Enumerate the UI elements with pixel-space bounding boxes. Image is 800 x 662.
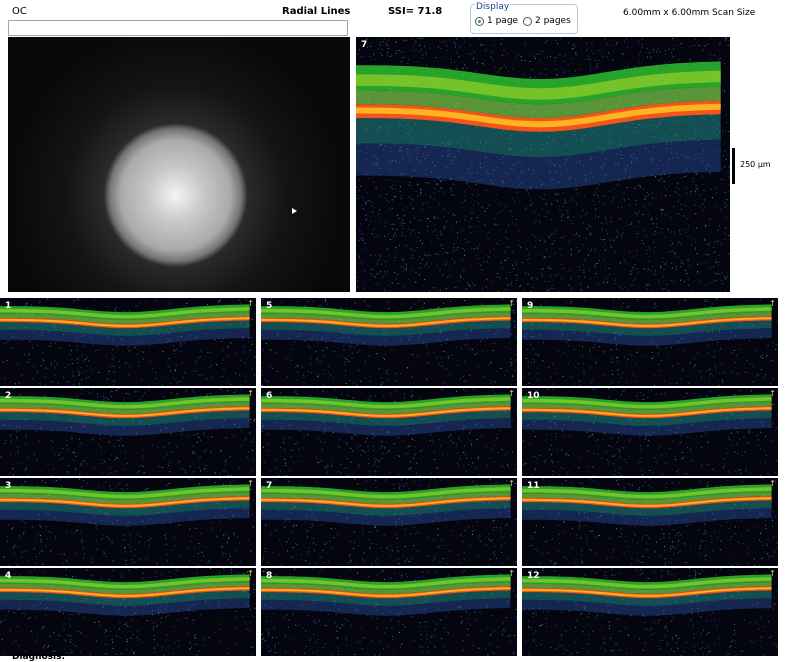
fundus-image[interactable]: [8, 37, 350, 292]
orientation-arrow-icon: ↑: [508, 569, 515, 578]
thumbnail-number: 8: [266, 571, 272, 581]
thumbnail-number: 3: [5, 481, 11, 491]
scale-bar: [732, 148, 735, 184]
orientation-arrow-icon: ↑: [769, 479, 776, 488]
oct-thumbnail[interactable]: 9↑: [522, 298, 778, 386]
thumbnail-number: 7: [266, 481, 272, 491]
oct-thumbnail[interactable]: 7↑: [261, 478, 517, 566]
eye-label: OC: [12, 6, 27, 17]
thumbnail-number: 12: [527, 571, 540, 581]
oct-layers-graphic: [356, 37, 730, 292]
oct-layers-graphic: [0, 568, 256, 656]
scale-bar-label: 250 µm: [740, 160, 771, 169]
orientation-arrow-icon: ↑: [247, 389, 254, 398]
orientation-arrow-icon: ↑: [508, 299, 515, 308]
display-title: Display: [475, 2, 510, 12]
orientation-arrow-icon: ↑: [769, 389, 776, 398]
display-2-pages-radio[interactable]: 2 pages: [523, 16, 571, 26]
oct-thumbnail[interactable]: 11 ↑: [522, 478, 778, 566]
oct-layers-graphic: [522, 298, 778, 386]
orientation-arrow-icon: ↑: [508, 389, 515, 398]
oct-thumbnail[interactable]: 10 ↑: [522, 388, 778, 476]
orientation-arrow-icon: ↑: [247, 569, 254, 578]
thumbnail-number: 5: [266, 301, 272, 311]
orientation-arrow-icon: ↑: [769, 299, 776, 308]
oct-thumbnail[interactable]: 2↑: [0, 388, 256, 476]
orientation-arrow-icon: ↑: [769, 569, 776, 578]
oct-layers-graphic: [0, 298, 256, 386]
oct-thumbnail[interactable]: 3↑: [0, 478, 256, 566]
scan-pattern-label: Radial Lines: [282, 6, 350, 17]
main-scan-number: 7: [361, 40, 367, 50]
oct-layers-graphic: [522, 388, 778, 476]
oct-thumbnail[interactable]: 6↑: [261, 388, 517, 476]
radio-2-pages-label: 2 pages: [535, 16, 571, 26]
oct-thumbnail[interactable]: 4↑: [0, 568, 256, 656]
oct-layers-graphic: [0, 478, 256, 566]
display-1-page-radio[interactable]: 1 page: [475, 16, 518, 26]
orientation-arrow-icon: ↑: [247, 299, 254, 308]
radio-1-page-label: 1 page: [487, 16, 518, 26]
oct-thumbnail[interactable]: 8↑: [261, 568, 517, 656]
oct-layers-graphic: [261, 568, 517, 656]
orientation-arrow-icon: ↑: [508, 479, 515, 488]
oct-layers-graphic: [0, 388, 256, 476]
thumbnail-number: 2: [5, 391, 11, 401]
scan-size-label: 6.00mm x 6.00mm Scan Size: [623, 8, 755, 19]
oct-layers-graphic: [261, 478, 517, 566]
radio-selected-icon: [475, 17, 484, 26]
thumbnail-number: 11: [527, 481, 540, 491]
thumbnail-grid: 1↑5↑9↑2↑6↑10↑3↑7↑11↑4↑8↑12↑: [0, 296, 780, 656]
thumbnail-number: 4: [5, 571, 11, 581]
main-oct-scan[interactable]: 7: [356, 37, 730, 292]
oct-layers-graphic: [522, 568, 778, 656]
radio-unselected-icon: [523, 17, 532, 26]
thumbnail-number: 9: [527, 301, 533, 311]
thumbnail-number: 1: [5, 301, 11, 311]
fundus-title-bar: [8, 20, 348, 36]
thumbnail-number: 10: [527, 391, 540, 401]
oct-thumbnail[interactable]: 5↑: [261, 298, 517, 386]
oct-layers-graphic: [261, 298, 517, 386]
display-options-group: Display 1 page 2 pages: [470, 4, 578, 34]
orientation-arrow-icon: ↑: [247, 479, 254, 488]
scan-line-marker-icon: [292, 208, 297, 214]
oct-layers-graphic: [522, 478, 778, 566]
oct-thumbnail[interactable]: 12 ↑: [522, 568, 778, 656]
diagnosis-label: Diagnosis:: [12, 652, 65, 662]
signal-strength-label: SSI= 71.8: [388, 6, 442, 17]
oct-layers-graphic: [261, 388, 517, 476]
thumbnail-number: 6: [266, 391, 272, 401]
oct-thumbnail[interactable]: 1↑: [0, 298, 256, 386]
